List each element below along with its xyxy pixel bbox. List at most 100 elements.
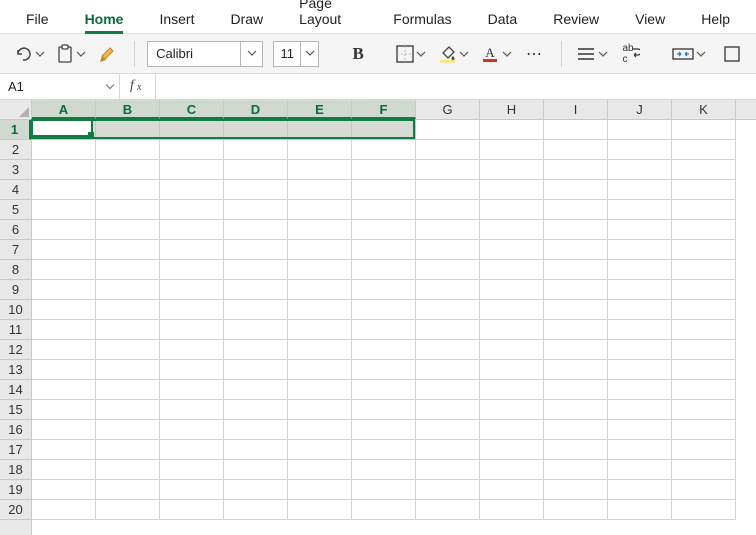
cell[interactable] [608, 480, 672, 500]
row-header[interactable]: 5 [0, 200, 31, 220]
cell[interactable] [608, 380, 672, 400]
number-format-button[interactable] [718, 40, 746, 68]
column-header[interactable]: F [352, 100, 416, 119]
cell[interactable] [288, 300, 352, 320]
cell[interactable] [288, 180, 352, 200]
cell[interactable] [544, 360, 608, 380]
cell[interactable] [96, 180, 160, 200]
cell[interactable] [544, 120, 608, 140]
cell[interactable] [608, 360, 672, 380]
cell[interactable] [608, 120, 672, 140]
cell[interactable] [416, 440, 480, 460]
tab-data[interactable]: Data [470, 3, 536, 33]
cell[interactable] [672, 260, 736, 280]
cell[interactable] [608, 400, 672, 420]
cell[interactable] [544, 240, 608, 260]
cell[interactable] [224, 220, 288, 240]
cell[interactable] [352, 200, 416, 220]
cell[interactable] [352, 440, 416, 460]
cell[interactable] [160, 180, 224, 200]
cell[interactable] [32, 420, 96, 440]
row-header[interactable]: 17 [0, 440, 31, 460]
cell[interactable] [416, 460, 480, 480]
cell[interactable] [32, 200, 96, 220]
cell[interactable] [160, 160, 224, 180]
cell[interactable] [416, 500, 480, 520]
cell[interactable] [96, 440, 160, 460]
cell[interactable] [224, 340, 288, 360]
cell[interactable] [96, 380, 160, 400]
row-header[interactable]: 1 [0, 120, 31, 140]
cell[interactable] [544, 400, 608, 420]
cell[interactable] [224, 280, 288, 300]
cell[interactable] [96, 220, 160, 240]
row-header[interactable]: 8 [0, 260, 31, 280]
cell[interactable] [352, 140, 416, 160]
cell[interactable] [416, 340, 480, 360]
cell[interactable] [416, 120, 480, 140]
cell[interactable] [96, 240, 160, 260]
cell[interactable] [96, 460, 160, 480]
cell[interactable] [288, 280, 352, 300]
cell[interactable] [288, 260, 352, 280]
cell[interactable] [352, 280, 416, 300]
cell[interactable] [352, 220, 416, 240]
cell[interactable] [224, 480, 288, 500]
cell[interactable] [480, 240, 544, 260]
cell[interactable] [96, 320, 160, 340]
cell[interactable] [224, 460, 288, 480]
column-header[interactable]: C [160, 100, 224, 119]
cell[interactable] [288, 420, 352, 440]
cell[interactable] [224, 500, 288, 520]
cell[interactable] [352, 260, 416, 280]
cell[interactable] [608, 340, 672, 360]
cell[interactable] [288, 360, 352, 380]
cell[interactable] [96, 480, 160, 500]
column-header[interactable]: K [672, 100, 736, 119]
cell[interactable] [32, 340, 96, 360]
cell[interactable] [224, 120, 288, 140]
cell[interactable] [32, 320, 96, 340]
cell[interactable] [288, 220, 352, 240]
cell[interactable] [160, 340, 224, 360]
cell[interactable] [224, 380, 288, 400]
cell[interactable] [544, 460, 608, 480]
insert-function-button[interactable]: f x [120, 74, 156, 99]
cell[interactable] [160, 440, 224, 460]
cell[interactable] [416, 360, 480, 380]
row-header[interactable]: 11 [0, 320, 31, 340]
paste-button[interactable] [53, 40, 88, 68]
cell[interactable] [32, 120, 96, 140]
cell[interactable] [288, 140, 352, 160]
cell[interactable] [672, 180, 736, 200]
cell[interactable] [480, 300, 544, 320]
cell[interactable] [608, 440, 672, 460]
cell[interactable] [224, 400, 288, 420]
column-header[interactable]: I [544, 100, 608, 119]
cell[interactable] [32, 360, 96, 380]
cell[interactable] [96, 360, 160, 380]
cell[interactable] [160, 420, 224, 440]
column-header[interactable]: A [32, 100, 96, 119]
alignment-button[interactable] [573, 40, 610, 68]
cell[interactable] [160, 400, 224, 420]
cell[interactable] [416, 420, 480, 440]
cell[interactable] [96, 500, 160, 520]
row-header[interactable]: 15 [0, 400, 31, 420]
cell[interactable] [480, 420, 544, 440]
cell[interactable] [160, 320, 224, 340]
cell[interactable] [608, 200, 672, 220]
cell[interactable] [96, 260, 160, 280]
cell[interactable] [672, 300, 736, 320]
row-header[interactable]: 3 [0, 160, 31, 180]
cell[interactable] [672, 280, 736, 300]
tab-home[interactable]: Home [67, 3, 142, 33]
cell[interactable] [160, 500, 224, 520]
cell[interactable] [480, 260, 544, 280]
cell[interactable] [32, 160, 96, 180]
cell[interactable] [160, 240, 224, 260]
cell[interactable] [672, 360, 736, 380]
bold-button[interactable]: B [344, 40, 372, 68]
cell[interactable] [416, 400, 480, 420]
cell[interactable] [224, 320, 288, 340]
